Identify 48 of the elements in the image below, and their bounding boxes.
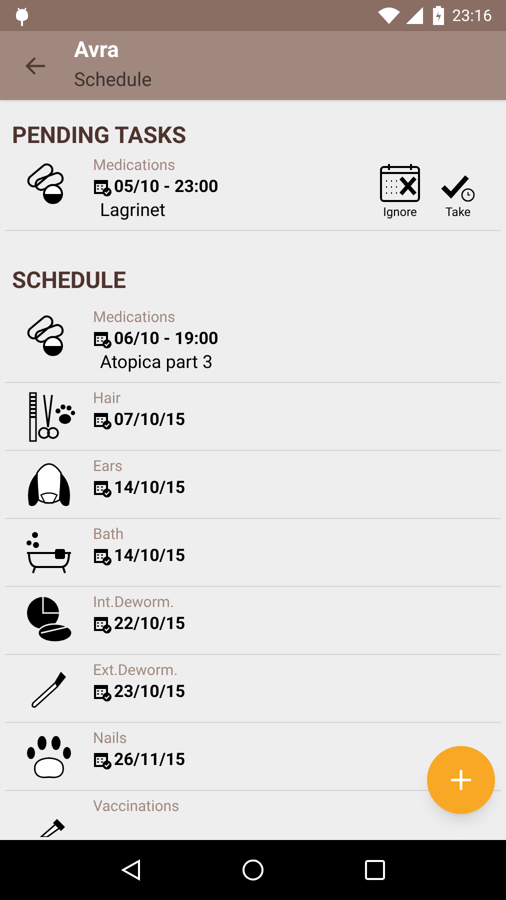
- item-name: Lagrinet: [100, 200, 166, 222]
- section-heading: PENDING TASKS: [12, 122, 186, 150]
- calendar-check-icon: [93, 614, 112, 634]
- calendar-check-icon: [93, 330, 112, 348]
- app-subtitle: Schedule: [74, 67, 152, 93]
- ignore-button[interactable]: Ignore: [375, 161, 425, 219]
- signal-icon: [406, 7, 424, 24]
- clock-text: 23:16: [452, 4, 492, 26]
- check-clock-icon: [441, 173, 475, 203]
- wifi-icon: [378, 7, 400, 24]
- battery-icon: [433, 6, 444, 25]
- date-text: 26/11/15: [114, 750, 186, 770]
- calendar-check-icon: [93, 546, 112, 566]
- category-label: Vaccinations: [93, 797, 180, 815]
- calendar-check-icon: [93, 478, 112, 498]
- item-name: Atopica part 3: [100, 352, 213, 374]
- home-circle-icon: [242, 859, 264, 881]
- section-heading: SCHEDULE: [12, 267, 126, 295]
- recents-nav-button[interactable]: [365, 860, 386, 880]
- date-text: 22/10/15: [114, 614, 186, 634]
- category-label: Medications: [93, 156, 176, 174]
- date-text: 05/10 - 23:00: [114, 177, 218, 197]
- category-label: Hair: [93, 389, 121, 407]
- recents-square-icon: [365, 860, 386, 880]
- date-text: 23/10/15: [114, 682, 186, 702]
- date-text: 07/10/15: [114, 410, 186, 430]
- category-label: Int.Deworm.: [93, 593, 174, 611]
- date-text: 06/10 - 19:00: [114, 329, 218, 349]
- back-nav-button[interactable]: [120, 859, 141, 881]
- calendar-check-icon: [93, 410, 112, 430]
- back-arrow-icon: [24, 56, 46, 76]
- calendar-cross-icon: [380, 163, 420, 203]
- plus-icon: [451, 770, 471, 790]
- category-label: Nails: [93, 729, 127, 747]
- android-icon: [14, 6, 30, 26]
- app-title: Avra: [74, 38, 119, 64]
- back-triangle-icon: [120, 859, 141, 881]
- calendar-check-icon: [93, 750, 112, 770]
- category-label: Bath: [93, 525, 124, 543]
- date-text: 14/10/15: [114, 478, 186, 498]
- category-label: Ext.Deworm.: [93, 661, 178, 679]
- calendar-check-icon: [93, 682, 112, 702]
- home-nav-button[interactable]: [242, 859, 264, 881]
- take-button[interactable]: Take: [433, 161, 483, 219]
- category-label: Medications: [93, 308, 176, 326]
- calendar-check-icon: [93, 178, 112, 196]
- date-text: 14/10/15: [114, 546, 186, 566]
- category-label: Ears: [93, 457, 123, 475]
